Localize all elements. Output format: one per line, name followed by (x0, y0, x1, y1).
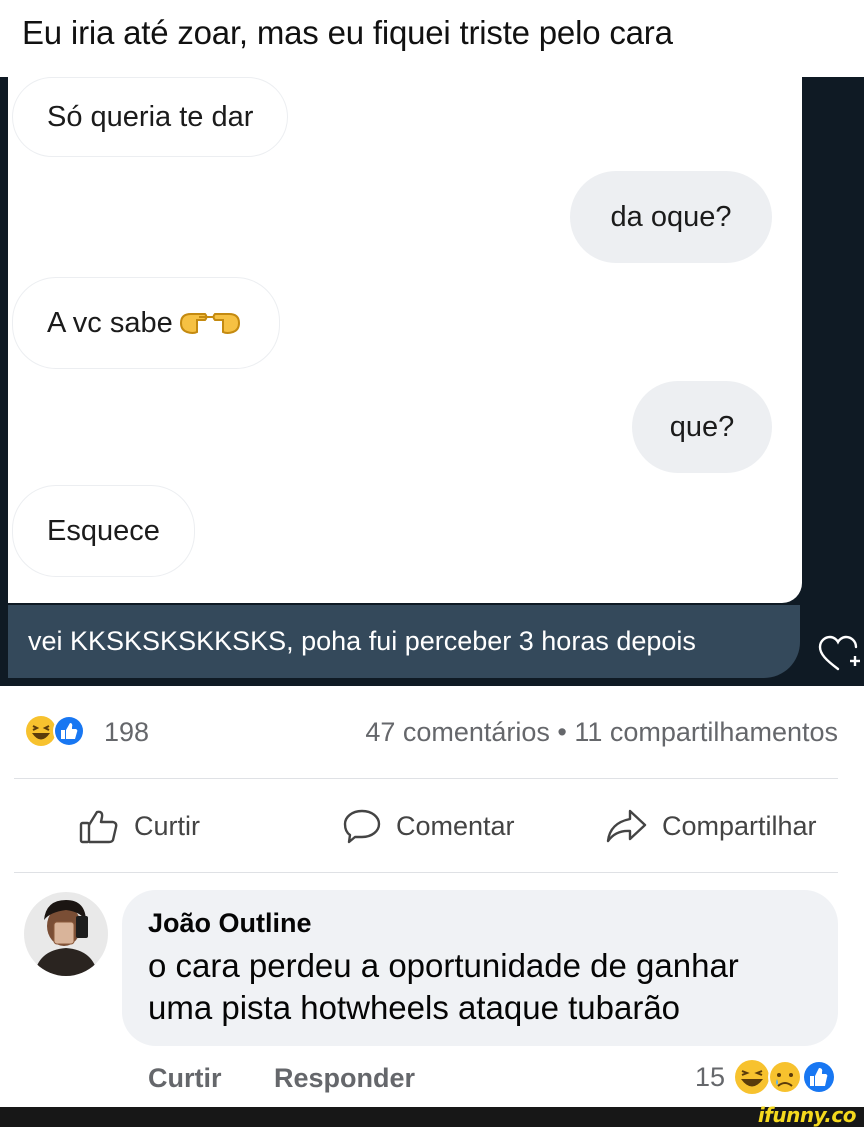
message-text: Só queria te dar (47, 100, 254, 133)
comment-line: uma pista hotwheels ataque tubarão (148, 989, 681, 1026)
like-icon (53, 715, 85, 747)
share-arrow-icon (606, 809, 647, 843)
reaction-icons[interactable] (25, 714, 95, 748)
comment-reaction-icons[interactable] (733, 1058, 841, 1096)
message-text: da oque? (610, 200, 732, 233)
speech-bubble-icon (343, 809, 381, 844)
watermark-bar: ifunny.co (0, 1103, 864, 1127)
divider (14, 778, 838, 779)
comment-reaction-count[interactable]: 15 (695, 1062, 725, 1093)
caption: Eu iria até zoar, mas eu fiquei triste p… (22, 14, 673, 51)
message-text: que? (669, 410, 735, 443)
share-label: Compartilhar (662, 810, 817, 841)
comment-bubble: João Outline o cara perdeu a oportunidad… (122, 890, 838, 1046)
chat-screenshot: Só queria te dar da oque? A vc sabe que?… (0, 77, 864, 686)
chat-card: Só queria te dar da oque? A vc sabe que?… (8, 77, 802, 603)
haha-icon (26, 716, 56, 746)
reply-bar: vei KKSKSKSKKSKS, poha fui perceber 3 ho… (8, 605, 800, 678)
divider (14, 872, 838, 873)
sad-icon (768, 1060, 802, 1094)
avatar[interactable] (24, 892, 108, 976)
haha-icon (735, 1060, 769, 1094)
comment-author[interactable]: João Outline (148, 908, 838, 939)
share-button[interactable]: Compartilhar (604, 806, 817, 846)
like-label: Curtir (134, 810, 200, 841)
like-button[interactable]: Curtir (78, 806, 200, 846)
pointing-hands-icon (175, 306, 245, 340)
like-icon (802, 1060, 836, 1094)
comments-shares-count[interactable]: 47 comentários • 11 compartilhamentos (365, 717, 838, 748)
thumbs-up-icon (79, 810, 118, 844)
message-text: Esquece (47, 514, 160, 547)
comment-button[interactable]: Comentar (342, 806, 515, 846)
comment-line: o cara perdeu a oportunidade de ganhar (148, 947, 739, 984)
heart-plus-icon[interactable] (816, 633, 862, 677)
message-outgoing: da oque? (570, 171, 772, 263)
ifunny-logo: ifunny.co (757, 1103, 857, 1127)
message-incoming: Esquece (12, 485, 195, 577)
post-stats: 198 47 comentários • 11 compartilhamento… (0, 712, 864, 752)
reaction-count[interactable]: 198 (104, 717, 149, 748)
message-text: A vc sabe (47, 306, 173, 339)
reply-text: vei KKSKSKSKKSKS, poha fui perceber 3 ho… (28, 626, 696, 656)
comment-label: Comentar (396, 810, 515, 841)
comment-like-link[interactable]: Curtir (148, 1063, 222, 1094)
message-incoming: A vc sabe (12, 277, 280, 369)
message-incoming: Só queria te dar (12, 77, 289, 157)
comment-reply-link[interactable]: Responder (274, 1063, 415, 1094)
message-outgoing: que? (632, 381, 772, 473)
comment-text: o cara perdeu a oportunidade de ganhar u… (148, 945, 838, 1029)
